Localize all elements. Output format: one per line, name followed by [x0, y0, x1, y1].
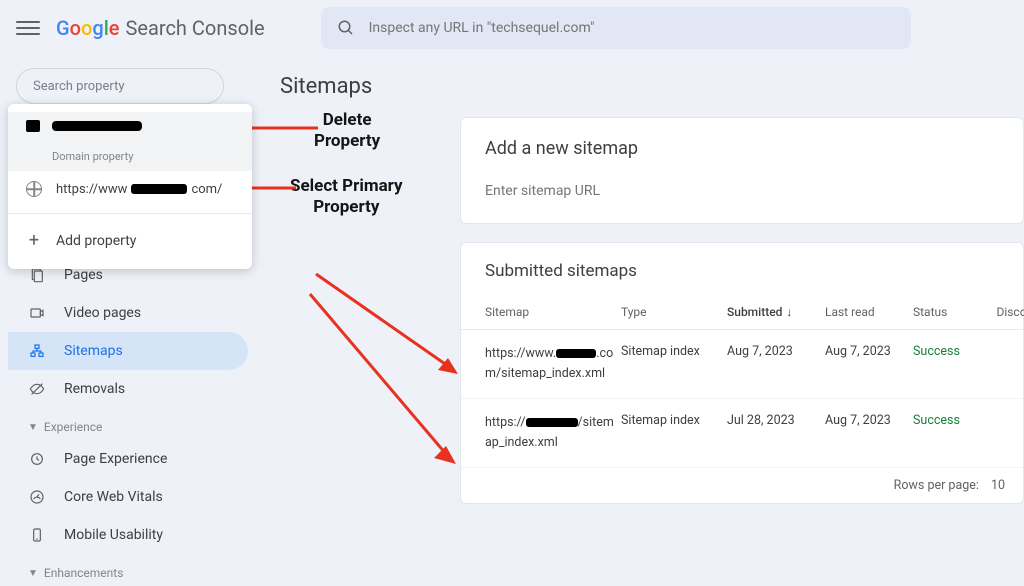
product-name: Search Console: [126, 16, 265, 40]
submitted-heading: Submitted sitemaps: [461, 243, 1023, 295]
cell-sitemap-url: https:///sitemap_index.xml: [485, 413, 615, 453]
chevron-down-icon: ▼: [28, 568, 38, 579]
col-last-read[interactable]: Last read: [825, 305, 907, 319]
mobile-icon: [28, 526, 46, 544]
plus-icon: +: [26, 230, 42, 251]
cell-type: Sitemap index: [621, 344, 721, 359]
nav-section-experience[interactable]: ▼ Experience: [8, 408, 248, 440]
add-property-label: Add property: [56, 233, 136, 249]
property-type-label: Domain property: [52, 150, 133, 163]
globe-icon: [26, 181, 42, 197]
sidebar-item-removals[interactable]: Removals: [8, 370, 248, 408]
col-status[interactable]: Status: [913, 305, 989, 319]
nav-section-enhancements[interactable]: ▼ Enhancements: [8, 554, 248, 586]
sidebar-item-video-pages[interactable]: Video pages: [8, 294, 248, 332]
sidebar-item-mobile-usability[interactable]: Mobile Usability: [8, 516, 248, 554]
sidebar-item-core-web-vitals[interactable]: Core Web Vitals: [8, 478, 248, 516]
search-property-placeholder: Search property: [33, 79, 124, 94]
col-discovered[interactable]: Discovered page: [995, 305, 1024, 319]
dropdown-separator: [8, 213, 252, 214]
sitemaps-icon: [28, 342, 46, 360]
property-item-domain[interactable]: Domain property: [8, 112, 252, 171]
cell-discovered: 2: [995, 413, 1024, 428]
search-property-input[interactable]: Search property: [16, 68, 224, 104]
add-sitemap-heading: Add a new sitemap: [485, 138, 999, 159]
add-sitemap-card: Add a new sitemap: [460, 117, 1024, 224]
hamburger-menu-icon[interactable]: [16, 16, 40, 40]
cell-last-read: Aug 7, 2023: [825, 413, 907, 428]
cell-type: Sitemap index: [621, 413, 721, 428]
table-header-row: Sitemap Type Submitted↓ Last read Status…: [461, 295, 1023, 330]
nav-label: Core Web Vitals: [64, 489, 163, 505]
section-label: Experience: [44, 420, 103, 434]
page-experience-icon: [28, 450, 46, 468]
property-dropdown: Domain property https://wwwcom/ + Add pr…: [8, 104, 252, 269]
nav-label: Mobile Usability: [64, 527, 163, 543]
annotation-arrow: [306, 290, 462, 470]
url-inspect-input[interactable]: [369, 20, 895, 36]
cell-sitemap-url: https://www..com/sitemap_index.xml: [485, 344, 615, 384]
nav-label: Sitemaps: [64, 343, 123, 359]
video-icon: [28, 304, 46, 322]
table-pagination: Rows per page: 10: [461, 468, 1023, 503]
cell-last-read: Aug 7, 2023: [825, 344, 907, 359]
cell-status: Success: [913, 344, 989, 359]
product-logo: Google Search Console: [56, 16, 265, 40]
submitted-sitemaps-card: Submitted sitemaps Sitemap Type Submitte…: [460, 242, 1024, 504]
property-url-text: https://wwwcom/: [56, 182, 222, 197]
col-type[interactable]: Type: [621, 305, 721, 319]
annotation-delete: DeleteProperty: [314, 110, 380, 153]
property-item-url[interactable]: https://wwwcom/: [8, 171, 252, 207]
nav-label: Pages: [64, 267, 103, 283]
annotation-select: Select PrimaryProperty: [290, 176, 403, 219]
cell-submitted: Jul 28, 2023: [727, 413, 819, 428]
url-inspect-bar[interactable]: [321, 7, 911, 49]
search-icon: [337, 19, 355, 37]
col-sitemap[interactable]: Sitemap: [485, 305, 615, 319]
chevron-down-icon: ▼: [28, 422, 38, 433]
rows-per-page-value[interactable]: 10: [991, 478, 1005, 493]
redacted-domain-name: [52, 121, 142, 131]
table-row[interactable]: https://www..com/sitemap_index.xml Sitem…: [461, 330, 1023, 399]
rows-per-page-label: Rows per page:: [894, 478, 979, 493]
add-property-button[interactable]: + Add property: [8, 220, 252, 261]
cell-submitted: Aug 7, 2023: [727, 344, 819, 359]
property-favicon: [26, 120, 40, 132]
table-row[interactable]: https:///sitemap_index.xml Sitemap index…: [461, 399, 1023, 468]
google-logo-text: Google: [56, 16, 120, 40]
cell-status: Success: [913, 413, 989, 428]
cell-discovered: 1: [995, 344, 1024, 359]
page-title: Sitemaps: [280, 74, 1024, 99]
sidebar-item-page-experience[interactable]: Page Experience: [8, 440, 248, 478]
nav-label: Video pages: [64, 305, 141, 321]
nav-label: Page Experience: [64, 451, 167, 467]
section-label: Enhancements: [44, 566, 124, 580]
col-submitted[interactable]: Submitted↓: [727, 305, 819, 319]
sitemap-url-input[interactable]: [485, 179, 999, 203]
sidebar-item-sitemaps[interactable]: Sitemaps: [8, 332, 248, 370]
sort-desc-icon: ↓: [786, 305, 792, 319]
nav-label: Removals: [64, 381, 125, 397]
removals-icon: [28, 380, 46, 398]
vitals-icon: [28, 488, 46, 506]
